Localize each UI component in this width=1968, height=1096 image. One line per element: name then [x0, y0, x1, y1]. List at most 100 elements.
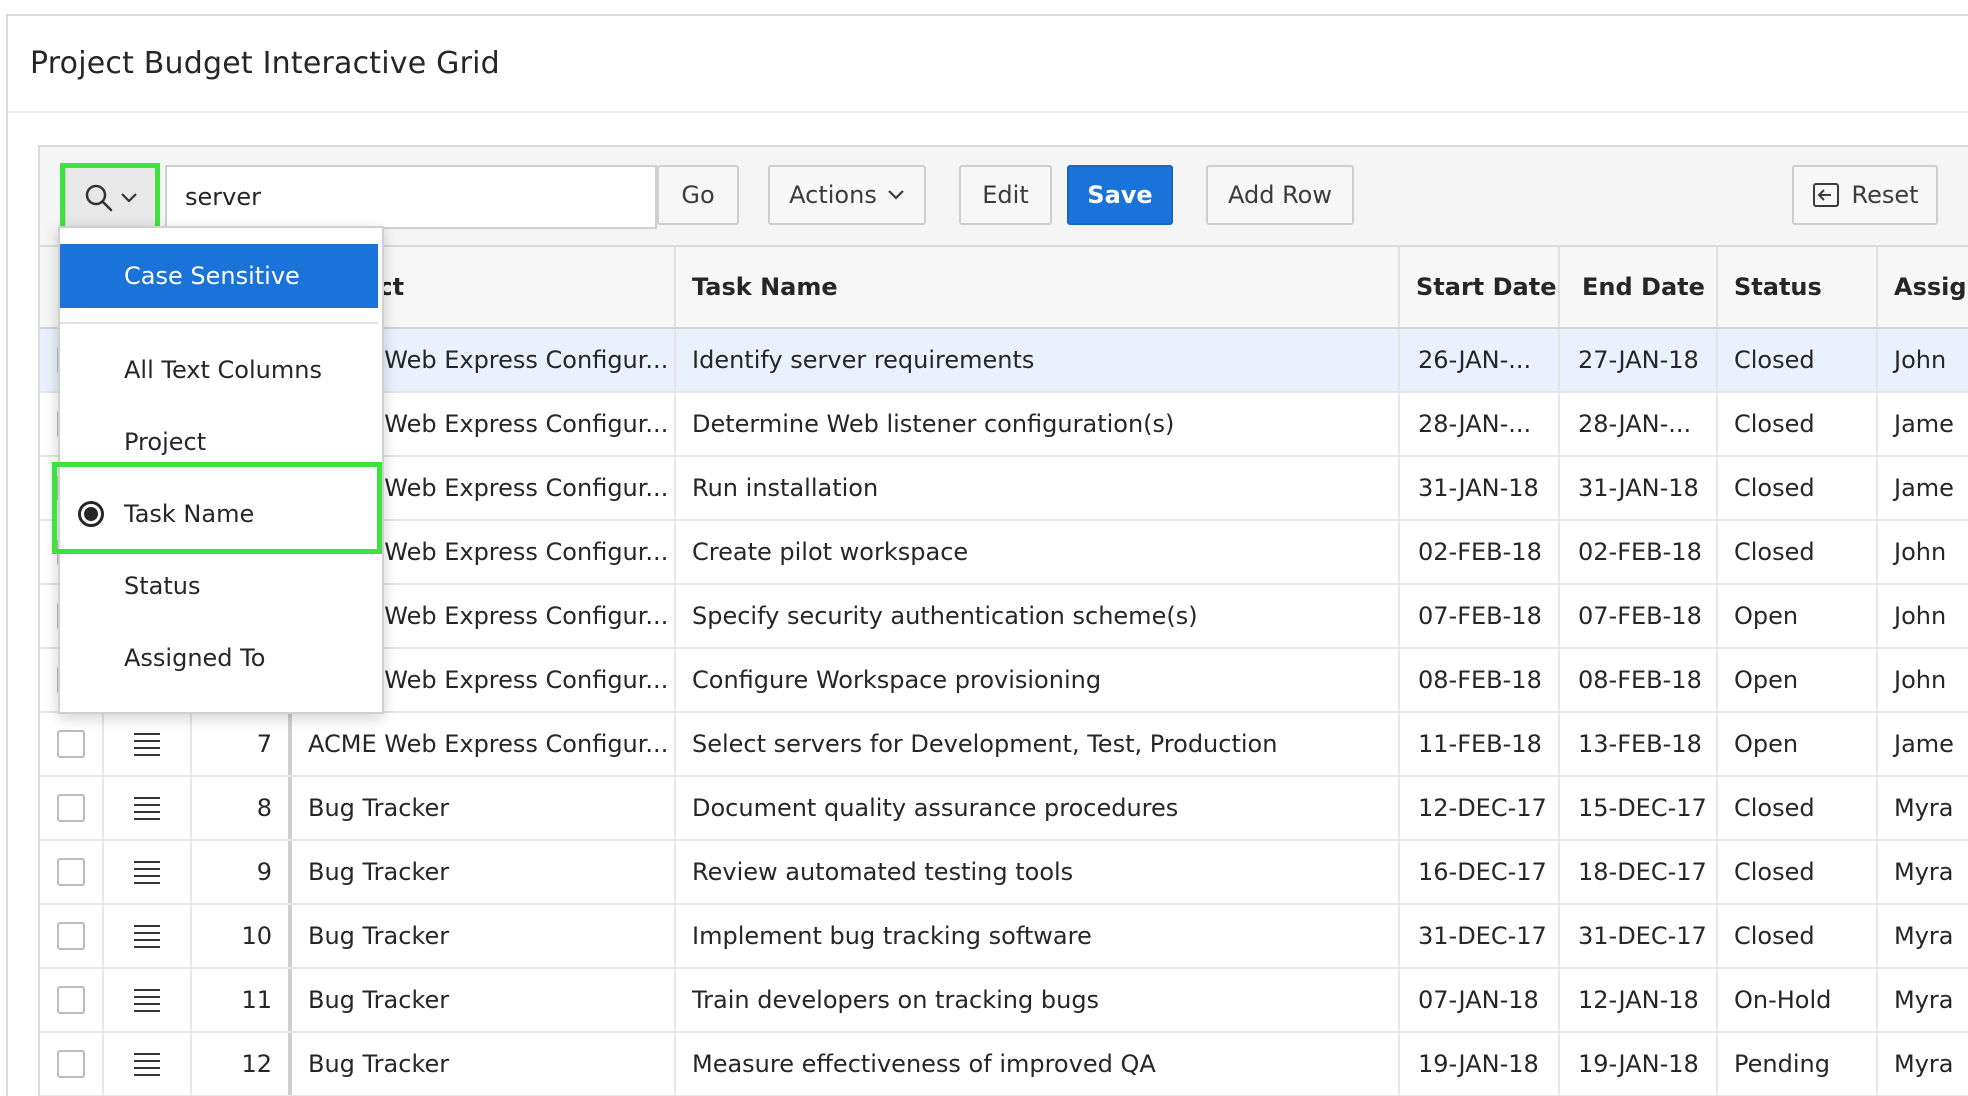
go-button[interactable]: Go [657, 165, 739, 225]
start-date-cell[interactable]: 11-FEB-18 [1400, 713, 1560, 775]
task-name-cell[interactable]: Determine Web listener configuration(s) [676, 393, 1400, 455]
assigned-to-cell[interactable]: Jame [1878, 457, 1968, 519]
task-name-cell[interactable]: Create pilot workspace [676, 521, 1400, 583]
row-select-checkbox[interactable] [40, 713, 104, 775]
table-row[interactable]: 10 Bug Tracker Implement bug tracking soft… [40, 905, 1968, 969]
end-date-cell[interactable]: 08-FEB-18 [1560, 649, 1718, 711]
row-actions-menu[interactable] [104, 777, 192, 839]
status-cell[interactable]: Closed [1718, 457, 1878, 519]
status-cell[interactable]: Open [1718, 585, 1878, 647]
start-date-cell[interactable]: 31-JAN-18 [1400, 457, 1560, 519]
row-select-checkbox[interactable] [40, 1033, 104, 1095]
case-sensitive-option[interactable]: Case Sensitive [60, 244, 378, 308]
task-name-cell[interactable]: Identify server requirements [676, 329, 1400, 391]
assigned-to-cell[interactable]: John [1878, 649, 1968, 711]
status-cell[interactable]: Closed [1718, 393, 1878, 455]
end-date-cell[interactable]: 12-JAN-18 [1560, 969, 1718, 1031]
project-cell[interactable]: Bug Tracker [292, 969, 676, 1031]
task-name-cell[interactable]: Run installation [676, 457, 1400, 519]
end-date-cell[interactable]: 27-JAN-18 [1560, 329, 1718, 391]
assigned-to-cell[interactable]: Jame [1878, 393, 1968, 455]
start-date-cell[interactable]: 12-DEC-17 [1400, 777, 1560, 839]
status-cell[interactable]: Closed [1718, 841, 1878, 903]
end-date-cell[interactable]: 02-FEB-18 [1560, 521, 1718, 583]
status-cell[interactable]: Closed [1718, 521, 1878, 583]
table-row[interactable]: 9 Bug Tracker Review automated testing too… [40, 841, 1968, 905]
checkbox[interactable] [57, 922, 85, 950]
start-date-cell[interactable]: 08-FEB-18 [1400, 649, 1560, 711]
header-assigned-to[interactable]: Assigned To [1878, 247, 1968, 327]
status-cell[interactable]: On-Hold [1718, 969, 1878, 1031]
status-cell[interactable]: Open [1718, 713, 1878, 775]
row-actions-menu[interactable] [104, 905, 192, 967]
end-date-cell[interactable]: 13-FEB-18 [1560, 713, 1718, 775]
end-date-cell[interactable]: 28-JAN-... [1560, 393, 1718, 455]
checkbox[interactable] [57, 1050, 85, 1078]
project-cell[interactable]: Bug Tracker [292, 777, 676, 839]
menu-item-status[interactable]: Status [60, 554, 378, 618]
row-actions-menu[interactable] [104, 713, 192, 775]
end-date-cell[interactable]: 18-DEC-17 [1560, 841, 1718, 903]
header-status[interactable]: Status [1718, 247, 1878, 327]
status-cell[interactable]: Closed [1718, 329, 1878, 391]
start-date-cell[interactable]: 07-JAN-18 [1400, 969, 1560, 1031]
assigned-to-cell[interactable]: Myra [1878, 777, 1968, 839]
task-name-cell[interactable]: Implement bug tracking software [676, 905, 1400, 967]
row-select-checkbox[interactable] [40, 777, 104, 839]
start-date-cell[interactable]: 31-DEC-17 [1400, 905, 1560, 967]
status-cell[interactable]: Closed [1718, 777, 1878, 839]
checkbox[interactable] [57, 858, 85, 886]
row-actions-menu[interactable] [104, 1033, 192, 1095]
table-row[interactable]: 12 Bug Tracker Measure effectiveness of im… [40, 1033, 1968, 1096]
row-select-checkbox[interactable] [40, 969, 104, 1031]
end-date-cell[interactable]: 31-JAN-18 [1560, 457, 1718, 519]
table-row[interactable]: 11 Bug Tracker Train developers on trackin… [40, 969, 1968, 1033]
end-date-cell[interactable]: 19-JAN-18 [1560, 1033, 1718, 1095]
start-date-cell[interactable]: 02-FEB-18 [1400, 521, 1560, 583]
task-name-cell[interactable]: Review automated testing tools [676, 841, 1400, 903]
status-cell[interactable]: Closed [1718, 905, 1878, 967]
end-date-cell[interactable]: 15-DEC-17 [1560, 777, 1718, 839]
checkbox[interactable] [57, 730, 85, 758]
search-input[interactable] [165, 165, 657, 229]
actions-menu-button[interactable]: Actions [768, 165, 926, 225]
menu-item-assigned-to[interactable]: Assigned To [60, 626, 378, 690]
header-start-date[interactable]: Start Date [1400, 247, 1560, 327]
assigned-to-cell[interactable]: Myra [1878, 1033, 1968, 1095]
task-name-cell[interactable]: Document quality assurance procedures [676, 777, 1400, 839]
search-column-toggle[interactable] [64, 165, 158, 231]
add-row-button[interactable]: Add Row [1206, 165, 1354, 225]
row-actions-menu[interactable] [104, 841, 192, 903]
start-date-cell[interactable]: 19-JAN-18 [1400, 1033, 1560, 1095]
edit-button[interactable]: Edit [959, 165, 1052, 225]
start-date-cell[interactable]: 26-JAN-... [1400, 329, 1560, 391]
table-row[interactable]: 7 ACME Web Express Configur... Select serv… [40, 713, 1968, 777]
status-cell[interactable]: Pending [1718, 1033, 1878, 1095]
assigned-to-cell[interactable]: Jame [1878, 713, 1968, 775]
end-date-cell[interactable]: 07-FEB-18 [1560, 585, 1718, 647]
start-date-cell[interactable]: 07-FEB-18 [1400, 585, 1560, 647]
header-end-date[interactable]: End Date [1560, 247, 1718, 327]
menu-item-project[interactable]: Project [60, 410, 378, 474]
checkbox[interactable] [57, 794, 85, 822]
task-name-cell[interactable]: Specify security authentication scheme(s… [676, 585, 1400, 647]
project-cell[interactable]: Bug Tracker [292, 841, 676, 903]
header-task-name[interactable]: Task Name [676, 247, 1400, 327]
task-name-cell[interactable]: Configure Workspace provisioning [676, 649, 1400, 711]
menu-item-task-name[interactable]: Task Name [60, 482, 378, 546]
table-row[interactable]: 8 Bug Tracker Document quality assurance p… [40, 777, 1968, 841]
row-actions-menu[interactable] [104, 969, 192, 1031]
reset-button[interactable]: Reset [1792, 165, 1938, 225]
row-select-checkbox[interactable] [40, 841, 104, 903]
row-select-checkbox[interactable] [40, 905, 104, 967]
assigned-to-cell[interactable]: Myra [1878, 969, 1968, 1031]
assigned-to-cell[interactable]: Myra [1878, 905, 1968, 967]
save-button[interactable]: Save [1067, 165, 1173, 225]
task-name-cell[interactable]: Select servers for Development, Test, Pr… [676, 713, 1400, 775]
task-name-cell[interactable]: Train developers on tracking bugs [676, 969, 1400, 1031]
status-cell[interactable]: Open [1718, 649, 1878, 711]
assigned-to-cell[interactable]: John [1878, 585, 1968, 647]
project-cell[interactable]: ACME Web Express Configur... [292, 713, 676, 775]
checkbox[interactable] [57, 986, 85, 1014]
menu-item-all-text-columns[interactable]: All Text Columns [60, 338, 378, 402]
